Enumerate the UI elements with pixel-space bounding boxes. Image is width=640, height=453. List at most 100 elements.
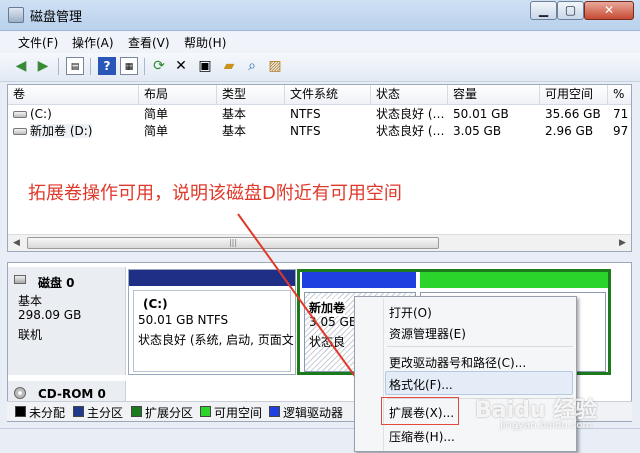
properties-list-icon[interactable]: ▦ <box>120 57 138 75</box>
legend-swatch-unallocated <box>15 406 26 417</box>
volume-label: 新加卷 <box>309 299 346 316</box>
column-header-status[interactable]: 状态 <box>371 85 448 104</box>
filesystem-cell: NTFS <box>290 107 321 121</box>
layout-cell: 简单 <box>144 107 169 121</box>
column-header-capacity[interactable]: 容量 <box>448 85 540 104</box>
layout-cell: 简单 <box>144 124 169 138</box>
search-icon[interactable]: ⌕ <box>243 57 261 75</box>
legend-swatch-primary <box>73 406 84 417</box>
minimize-icon: ▁ <box>538 3 549 17</box>
volume-name: (C:) <box>30 107 52 121</box>
volume-status: 状态良 <box>309 335 346 349</box>
column-header-filesystem[interactable]: 文件系统 <box>285 85 371 104</box>
horizontal-scrollbar[interactable]: ◀ ||| ▶ <box>8 234 631 251</box>
toolbar-separator <box>58 58 59 75</box>
forward-arrow-icon[interactable]: ▶ <box>34 57 52 75</box>
context-menu-explorer[interactable]: 资源管理器(E) <box>389 325 466 342</box>
disk-status: 联机 <box>18 328 43 342</box>
free-space-bar <box>420 272 608 288</box>
cdrom-icon <box>14 387 26 399</box>
refresh-icon[interactable]: ⟳ <box>150 57 168 75</box>
volume-label: (C:) <box>143 297 168 311</box>
column-header-percent-free[interactable]: % <box>608 85 631 104</box>
column-header-free-space[interactable]: 可用空间 <box>540 85 608 104</box>
context-menu-separator <box>387 346 573 347</box>
legend-label: 逻辑驱动器 <box>283 406 344 420</box>
context-menu-open[interactable]: 打开(O) <box>389 304 432 321</box>
close-button[interactable]: ✕ <box>584 1 634 20</box>
legend-label: 可用空间 <box>214 406 263 420</box>
properties-icon[interactable]: ▣ <box>196 57 214 75</box>
menu-file[interactable]: 文件(F) <box>18 34 58 51</box>
free-space-cell: 2.96 GB <box>545 124 594 138</box>
scroll-left-icon[interactable]: ◀ <box>8 235 25 251</box>
type-cell: 基本 <box>222 107 247 121</box>
export-icon[interactable]: ▨ <box>266 57 284 75</box>
column-header-layout[interactable]: 布局 <box>139 85 217 104</box>
open-folder-icon[interactable]: ▰ <box>220 57 238 75</box>
legend-swatch-extended <box>131 406 142 417</box>
annotation-text: 拓展卷操作可用，说明该磁盘D附近有可用空间 <box>28 183 402 204</box>
capacity-cell: 3.05 GB <box>453 124 502 138</box>
toolbar-separator <box>90 58 91 75</box>
close-icon: ✕ <box>603 3 615 17</box>
legend-swatch-free <box>200 406 211 417</box>
toolbar-separator <box>144 58 145 75</box>
volume-size: 50.01 GB NTFS <box>138 313 229 327</box>
disk-icon <box>14 275 26 284</box>
menu-action[interactable]: 操作(A) <box>72 34 114 51</box>
scrollbar-thumb[interactable]: ||| <box>27 237 439 249</box>
free-space-cell: 35.66 GB <box>545 107 601 121</box>
type-cell: 基本 <box>222 124 247 138</box>
percent-free-cell: 71 <box>613 107 629 121</box>
maximize-button[interactable]: ▢ <box>557 1 584 20</box>
context-menu-change-drive-letter[interactable]: 更改驱动器号和路径(C)... <box>389 354 526 371</box>
volume-cell: 新加卷 (D:) <box>8 123 139 139</box>
volume-list-header: 卷 布局 类型 文件系统 状态 容量 可用空间 % <box>8 85 631 105</box>
drive-icon <box>13 128 27 135</box>
context-menu-extend-volume[interactable]: 扩展卷(X)... <box>389 404 454 421</box>
disk-0-info[interactable]: 磁盘 0 基本 298.09 GB 联机 <box>8 267 126 375</box>
table-row[interactable]: (C:) 简单 基本 NTFS 状态良好 (… 50.01 GB 35.66 G… <box>8 106 631 122</box>
disk-type: 基本 <box>18 294 43 308</box>
drive-icon <box>13 111 27 118</box>
disk-name: 磁盘 0 <box>38 276 75 290</box>
toolbar: ◀ ▶ ▤ ? ▦ ⟳ ✕ ▣ ▰ ⌕ ▨ <box>0 53 640 82</box>
context-menu-shrink-volume[interactable]: 压缩卷(H)... <box>389 428 455 445</box>
legend-label: 未分配 <box>29 406 66 420</box>
menu-view[interactable]: 查看(V) <box>128 34 170 51</box>
logical-drive-bar <box>302 272 416 288</box>
watermark-url: jingyan.baidu.com <box>500 420 593 431</box>
disk-name: CD-ROM 0 <box>38 387 106 401</box>
title-bar: 磁盘管理 ▁ ▢ ✕ <box>0 0 640 31</box>
volume-cell: (C:) <box>8 106 139 122</box>
volume-c-inner: (C:) 50.01 GB NTFS 状态良好 (系统, 启动, 页面文 <box>133 290 294 372</box>
percent-free-cell: 97 <box>613 124 629 138</box>
status-cell: 状态良好 (… <box>376 107 445 121</box>
status-cell: 状态良好 (… <box>376 124 445 138</box>
context-menu-gutter <box>383 299 384 451</box>
legend-label: 扩展分区 <box>145 406 194 420</box>
column-header-type[interactable]: 类型 <box>217 85 285 104</box>
help-icon[interactable]: ? <box>98 57 116 75</box>
maximize-icon: ▢ <box>564 3 577 17</box>
filesystem-cell: NTFS <box>290 124 321 138</box>
scroll-right-icon[interactable]: ▶ <box>614 235 631 251</box>
delete-x-icon[interactable]: ✕ <box>172 57 190 75</box>
volume-c-block[interactable]: (C:) 50.01 GB NTFS 状态良好 (系统, 启动, 页面文 <box>128 269 296 375</box>
menu-help[interactable]: 帮助(H) <box>184 34 226 51</box>
column-header-volume[interactable]: 卷 <box>8 85 139 104</box>
legend-swatch-logical <box>269 406 280 417</box>
window-title: 磁盘管理 <box>30 10 83 25</box>
volume-name: 新加卷 (D:) <box>30 124 93 138</box>
disk-size: 298.09 GB <box>18 308 82 322</box>
disk-management-app-icon <box>8 7 24 23</box>
back-arrow-icon[interactable]: ◀ <box>12 57 30 75</box>
legend-label: 主分区 <box>87 406 124 420</box>
volume-list: 卷 布局 类型 文件系统 状态 容量 可用空间 % (C:) 简单 基本 NTF… <box>7 84 632 252</box>
context-menu-format[interactable]: 格式化(F)... <box>389 376 453 393</box>
cdrom-0-info[interactable]: CD-ROM 0 <box>8 381 126 403</box>
table-row[interactable]: 新加卷 (D:) 简单 基本 NTFS 状态良好 (… 3.05 GB 2.96… <box>8 123 631 139</box>
console-tree-icon[interactable]: ▤ <box>66 57 84 75</box>
minimize-button[interactable]: ▁ <box>530 1 557 20</box>
